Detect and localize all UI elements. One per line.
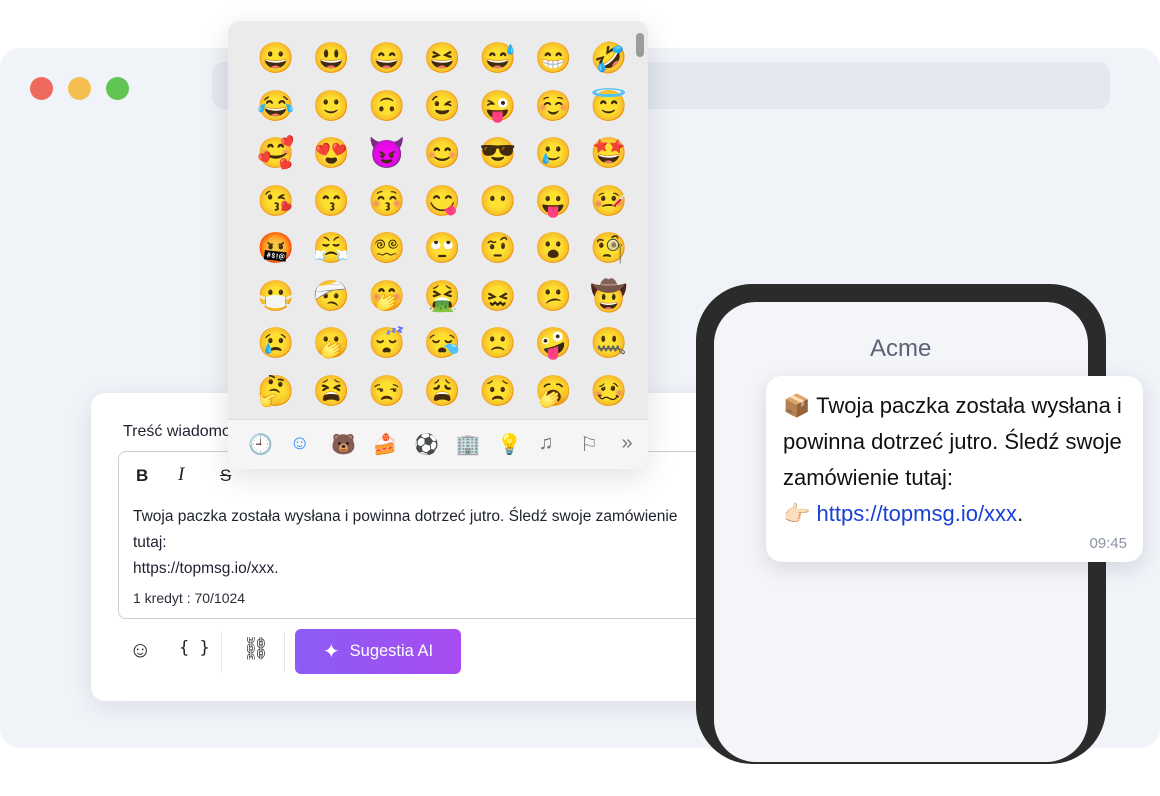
emoji-item[interactable]: 😀 (248, 35, 304, 83)
emoji-item[interactable]: 😮 (526, 225, 582, 273)
emoji-item[interactable]: 😉 (415, 83, 471, 131)
animals-icon[interactable]: 🐻 (331, 432, 356, 457)
minimize-window-button[interactable] (68, 77, 91, 100)
emoji-item[interactable]: 😅 (470, 35, 526, 83)
emoji-item[interactable]: 🤔 (248, 368, 304, 416)
toolbar-divider (284, 631, 285, 673)
bubble-period: . (1017, 501, 1024, 526)
recent-icon[interactable]: 🕘 (248, 432, 273, 457)
bold-button[interactable]: B (136, 466, 148, 486)
bubble-text: 📦 Twoja paczka została wysłana i powinna… (783, 388, 1133, 532)
food-icon[interactable]: 🍰 (373, 432, 398, 457)
sparkle-icon: ✦ (322, 641, 340, 663)
emoji-item[interactable]: 😕 (526, 273, 582, 321)
emoji-category-bar: 🕘 ☺ 🐻 🍰 ⚽ 🏢 💡 ♫ ⚐ » (228, 419, 648, 469)
emoji-item[interactable]: 😤 (304, 225, 360, 273)
emoji-item[interactable]: 😘 (248, 178, 304, 226)
link-button-icon[interactable]: ⛓ (242, 636, 270, 662)
emoji-item[interactable]: 🧐 (581, 225, 637, 273)
objects-icon[interactable]: 💡 (497, 432, 522, 457)
emoji-item[interactable]: 🙄 (415, 225, 471, 273)
emoji-item[interactable]: 😋 (415, 178, 471, 226)
message-time: 09:45 (1089, 535, 1127, 552)
flags-icon[interactable]: ⚐ (580, 432, 598, 457)
emoji-item[interactable]: 😛 (526, 178, 582, 226)
more-icon[interactable]: » (622, 432, 633, 455)
emoji-item[interactable]: 🫢 (304, 320, 360, 368)
emoji-item[interactable]: 😵‍💫 (359, 225, 415, 273)
emoji-item[interactable]: 😖 (470, 273, 526, 321)
emoji-item[interactable]: ☺️ (526, 83, 582, 131)
activity-icon[interactable]: ⚽ (414, 432, 439, 457)
emoji-item[interactable]: 🤣 (581, 35, 637, 83)
emoji-item[interactable]: 😚 (359, 178, 415, 226)
emoji-item[interactable]: 😴 (359, 320, 415, 368)
emoji-button-icon[interactable]: ☺ (129, 637, 151, 663)
emoji-item[interactable]: 😍 (304, 130, 360, 178)
toolbar-divider (221, 631, 222, 673)
emoji-item[interactable]: 🤒 (581, 178, 637, 226)
emoji-item[interactable]: 😷 (248, 273, 304, 321)
emoji-item[interactable]: 😂 (248, 83, 304, 131)
emoji-item[interactable]: 😃 (304, 35, 360, 83)
emoji-item[interactable]: 🤩 (581, 130, 637, 178)
emoji-picker: 😀 😃 😄 😆 😅 😁 🤣 😂 🙂 🙃 😉 😜 ☺️ 😇 🥰 😍 😈 😊 😎 🥲 🤩 😘 😙 😚 😋 😶 😛 🤒 🤬 😤 😵‍💫 🙄 🤨 😮 🧐 😷 🤕… (228, 21, 648, 469)
maximize-window-button[interactable] (106, 77, 129, 100)
emoji-item[interactable]: 🥴 (581, 368, 637, 416)
credit-counter: 1 kredyt : 70/1024 (133, 590, 246, 606)
emoji-item[interactable]: 🤨 (470, 225, 526, 273)
message-editor[interactable]: B I S Twoja paczka została wysłana i pow… (118, 451, 760, 619)
close-window-button[interactable] (30, 77, 53, 100)
emoji-item[interactable]: 😈 (359, 130, 415, 178)
emoji-item[interactable]: 😎 (470, 130, 526, 178)
emoji-item[interactable]: 😶 (470, 178, 526, 226)
variables-button-icon[interactable]: { } (179, 638, 210, 658)
emoji-item[interactable]: 🥲 (526, 130, 582, 178)
emoji-item[interactable]: 🙃 (359, 83, 415, 131)
emoji-item[interactable]: 😄 (359, 35, 415, 83)
emoji-item[interactable]: 😢 (248, 320, 304, 368)
emoji-item[interactable]: 😒 (359, 368, 415, 416)
emoji-item[interactable]: 😫 (304, 368, 360, 416)
emoji-item[interactable]: 😟 (470, 368, 526, 416)
symbols-icon[interactable]: ♫ (539, 432, 554, 455)
emoji-grid: 😀 😃 😄 😆 😅 😁 🤣 😂 🙂 🙃 😉 😜 ☺️ 😇 🥰 😍 😈 😊 😎 🥲 🤩 😘 😙 😚 😋 😶 😛 🤒 🤬 😤 😵‍💫 🙄 🤨 😮 🧐 😷 🤕… (248, 35, 627, 416)
contact-name: Acme (870, 335, 932, 362)
emoji-item[interactable]: 🤠 (581, 273, 637, 321)
tracking-link[interactable]: https://topmsg.io/xxx (817, 501, 1018, 526)
travel-icon[interactable]: 🏢 (456, 432, 481, 457)
emoji-item[interactable]: 😁 (526, 35, 582, 83)
emoji-item[interactable]: 🤬 (248, 225, 304, 273)
message-bubble: 📦 Twoja paczka została wysłana i powinna… (766, 376, 1143, 562)
package-icon: 📦 (783, 393, 811, 418)
emoji-item[interactable]: 🙁 (470, 320, 526, 368)
emoji-item[interactable]: 🤮 (415, 273, 471, 321)
emoji-item[interactable]: 😊 (415, 130, 471, 178)
emoji-item[interactable]: 🙂 (304, 83, 360, 131)
pointing-hand-icon: 👉🏻 (783, 501, 811, 526)
emoji-item[interactable]: 🤪 (526, 320, 582, 368)
strikethrough-button[interactable]: S (220, 466, 231, 486)
italic-button[interactable]: I (178, 464, 184, 486)
emoji-item[interactable]: 😪 (415, 320, 471, 368)
emoji-item[interactable]: 🥰 (248, 130, 304, 178)
emoji-item[interactable]: 😜 (470, 83, 526, 131)
emoji-item[interactable]: 😆 (415, 35, 471, 83)
emoji-item[interactable]: 😇 (581, 83, 637, 131)
ai-suggestion-label: Sugestia AI (349, 642, 434, 660)
message-text[interactable]: Twoja paczka została wysłana i powinna d… (133, 504, 759, 582)
emoji-item[interactable]: 😩 (415, 368, 471, 416)
emoji-scrollbar[interactable] (636, 33, 644, 57)
emoji-item[interactable]: 🤐 (581, 320, 637, 368)
bubble-message: Twoja paczka została wysłana i powinna d… (783, 393, 1122, 490)
emoji-item[interactable]: 🤕 (304, 273, 360, 321)
smileys-icon[interactable]: ☺ (290, 432, 310, 455)
emoji-item[interactable]: 😙 (304, 178, 360, 226)
emoji-item[interactable]: 🤭 (359, 273, 415, 321)
ai-suggestion-button[interactable]: ✦ Sugestia AI (295, 629, 461, 674)
emoji-item[interactable]: 🥱 (526, 368, 582, 416)
